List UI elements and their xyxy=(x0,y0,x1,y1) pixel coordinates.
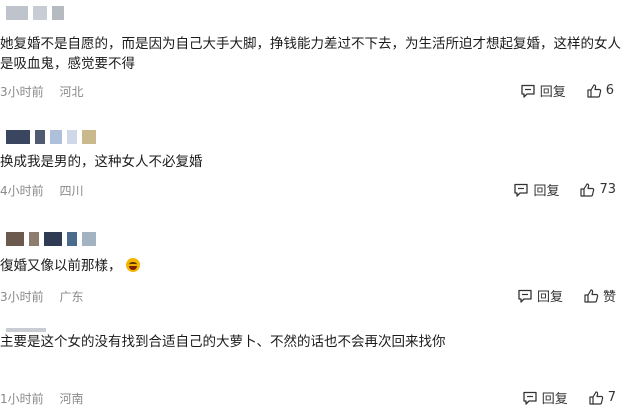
blurred-block xyxy=(50,130,62,144)
thumbs-up-icon xyxy=(579,182,595,198)
comment-meta: 3小时前 广东 xyxy=(0,288,83,305)
like-button[interactable]: 73 xyxy=(579,182,616,198)
reply-label: 回复 xyxy=(536,290,563,305)
thumbs-up-icon xyxy=(583,288,599,304)
comment-meta: 1小时前 河南 xyxy=(0,390,83,407)
thumbs-up-icon xyxy=(586,83,602,99)
comment-time: 4小时前 xyxy=(0,184,44,198)
comment-text: 主要是这个女的没有找到合适自己的大萝卜、不然的话也不会再次回来找你 xyxy=(0,334,446,350)
blurred-username xyxy=(6,130,96,144)
comment-actions: 回复 73 xyxy=(513,180,616,199)
blurred-block xyxy=(33,6,47,20)
blurred-block xyxy=(6,6,28,20)
blurred-block xyxy=(29,232,39,246)
blurred-username xyxy=(6,232,96,246)
like-button[interactable]: 赞 xyxy=(583,286,616,305)
grinning-face-emoji-icon xyxy=(125,258,140,272)
comment-meta: 4小时前 四川 xyxy=(0,182,83,199)
comment-actions: 回复 7 xyxy=(522,388,616,407)
comment-location: 广东 xyxy=(59,290,84,304)
blurred-block xyxy=(67,130,77,144)
reply-icon xyxy=(522,390,538,406)
comment-actions: 回复 赞 xyxy=(517,286,616,305)
blurred-block xyxy=(52,6,64,20)
reply-button[interactable]: 回复 xyxy=(520,81,566,100)
comment-time: 1小时前 xyxy=(0,392,44,406)
like-button[interactable]: 7 xyxy=(588,390,616,406)
blurred-block xyxy=(82,232,96,246)
blurred-block xyxy=(67,232,77,246)
comment-text: 復婚又像以前那樣， xyxy=(0,258,122,274)
comment-meta: 3小时前 河北 xyxy=(0,83,83,100)
like-label: 赞 xyxy=(602,290,616,305)
reply-icon xyxy=(517,288,533,304)
comment-location: 河北 xyxy=(59,85,84,99)
thumbs-up-icon xyxy=(588,390,604,406)
reply-icon xyxy=(513,182,529,198)
reply-label: 回复 xyxy=(533,184,560,199)
blurred-block xyxy=(6,130,30,144)
blurred-block xyxy=(35,130,45,144)
comment-time: 3小时前 xyxy=(0,85,44,99)
comment-location: 四川 xyxy=(59,184,84,198)
like-count: 73 xyxy=(599,182,616,197)
comment-text: 换成我是男的，这种女人不必复婚 xyxy=(0,154,203,170)
reply-label: 回复 xyxy=(539,85,566,100)
blurred-block xyxy=(44,232,62,246)
comment-time: 3小时前 xyxy=(0,290,44,304)
reply-button[interactable]: 回复 xyxy=(513,180,559,199)
like-count: 6 xyxy=(605,83,614,98)
like-button[interactable]: 6 xyxy=(586,83,614,99)
blurred-block xyxy=(82,130,96,144)
comment-text: 她复婚不是自愿的，而是因为自己大手大脚，挣钱能力差过不下去，为生活所迫才想起复婚… xyxy=(0,36,621,72)
like-count: 7 xyxy=(607,390,616,405)
reply-button[interactable]: 回复 xyxy=(517,286,563,305)
comment-text-row: 復婚又像以前那樣， xyxy=(0,256,630,276)
blurred-block xyxy=(6,232,24,246)
reply-label: 回复 xyxy=(541,392,568,407)
blurred-username xyxy=(6,6,64,20)
comment-actions: 回复 6 xyxy=(520,81,614,100)
reply-icon xyxy=(520,83,536,99)
comment-location: 河南 xyxy=(59,392,84,406)
reply-button[interactable]: 回复 xyxy=(522,388,568,407)
